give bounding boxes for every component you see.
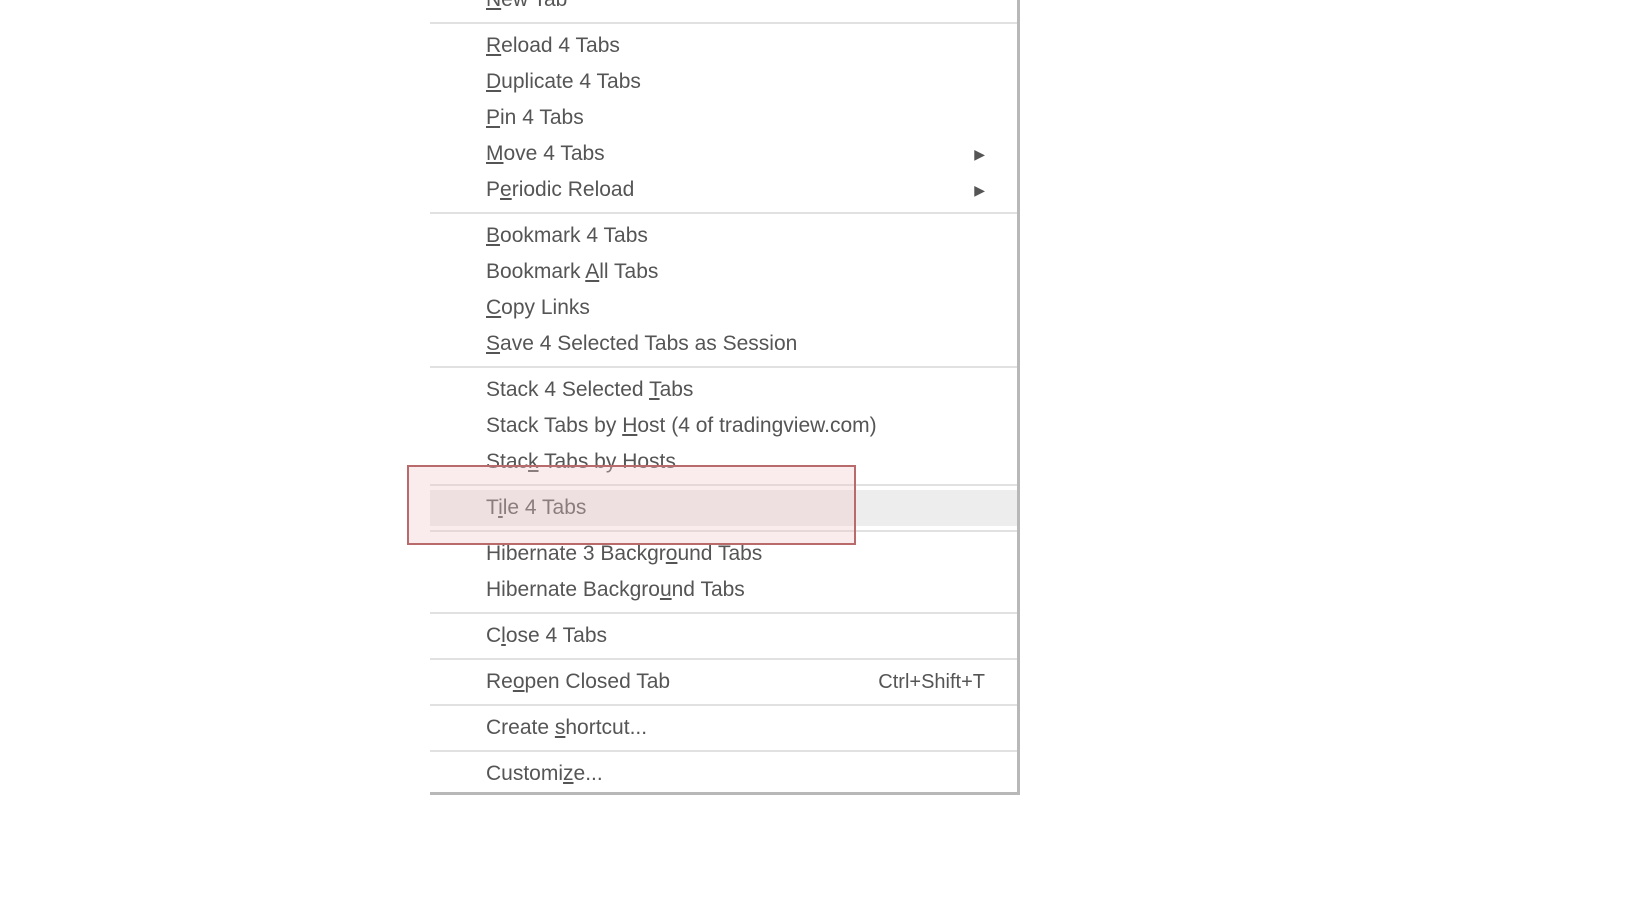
menu-item[interactable]: Save 4 Selected Tabs as Session xyxy=(430,326,1017,362)
menu-item[interactable]: Hibernate Background Tabs xyxy=(430,572,1017,608)
menu-separator xyxy=(430,658,1017,660)
menu-item-label: Save 4 Selected Tabs as Session xyxy=(486,326,797,362)
menu-item-label: Hibernate 3 Background Tabs xyxy=(486,536,762,572)
submenu-arrow-icon: ▶ xyxy=(974,172,985,208)
menu-item-label: Stack Tabs by Hosts xyxy=(486,444,676,480)
menu-item[interactable]: Close 4 Tabs xyxy=(430,618,1017,654)
menu-item-label: Duplicate 4 Tabs xyxy=(486,64,641,100)
menu-separator xyxy=(430,484,1017,486)
menu-item[interactable]: Stack Tabs by Hosts xyxy=(430,444,1017,480)
menu-item-label: Periodic Reload xyxy=(486,172,634,208)
menu-item[interactable]: Move 4 Tabs ▶ xyxy=(430,136,1017,172)
menu-item[interactable]: Create shortcut... xyxy=(430,710,1017,746)
menu-item-label: Reload 4 Tabs xyxy=(486,28,620,64)
menu-item-label: Stack 4 Selected Tabs xyxy=(486,372,693,408)
menu-item-label: Stack Tabs by Host (4 of tradingview.com… xyxy=(486,408,877,444)
menu-item-label: Copy Links xyxy=(486,290,590,326)
menu-item[interactable]: Stack 4 Selected Tabs xyxy=(430,372,1017,408)
menu-item-label: Reopen Closed Tab xyxy=(486,664,670,700)
menu-separator xyxy=(430,612,1017,614)
menu-item-label: Tile 4 Tabs xyxy=(486,490,586,526)
menu-item[interactable]: Hibernate 3 Background Tabs xyxy=(430,536,1017,572)
menu-item[interactable]: Tile 4 Tabs xyxy=(430,490,1017,526)
menu-item-label: Bookmark All Tabs xyxy=(486,254,658,290)
menu-separator xyxy=(430,704,1017,706)
menu-item-label: Hibernate Background Tabs xyxy=(486,572,745,608)
menu-separator xyxy=(430,530,1017,532)
menu-item-label: Bookmark 4 Tabs xyxy=(486,218,648,254)
menu-item[interactable]: Pin 4 Tabs xyxy=(430,100,1017,136)
menu-separator xyxy=(430,22,1017,24)
menu-item-label: Pin 4 Tabs xyxy=(486,100,584,136)
submenu-arrow-icon: ▶ xyxy=(974,136,985,172)
menu-separator xyxy=(430,212,1017,214)
menu-item-shortcut: Ctrl+Shift+T xyxy=(878,664,985,700)
menu-item[interactable]: Bookmark 4 Tabs xyxy=(430,218,1017,254)
menu-item-label: Move 4 Tabs xyxy=(486,136,605,172)
menu-item[interactable]: Copy Links xyxy=(430,290,1017,326)
menu-item-label: Customize... xyxy=(486,756,603,792)
menu-item[interactable]: Bookmark All Tabs xyxy=(430,254,1017,290)
menu-item[interactable]: Reload 4 Tabs xyxy=(430,28,1017,64)
menu-item[interactable]: Duplicate 4 Tabs xyxy=(430,64,1017,100)
menu-item[interactable]: Stack Tabs by Host (4 of tradingview.com… xyxy=(430,408,1017,444)
menu-item-label: New Tab xyxy=(486,0,567,18)
menu-item[interactable]: Reopen Closed Tab Ctrl+Shift+T xyxy=(430,664,1017,700)
menu-separator xyxy=(430,750,1017,752)
menu-item-label: Close 4 Tabs xyxy=(486,618,607,654)
menu-item[interactable]: New Tab xyxy=(430,0,1017,18)
tab-context-menu: New Tab Reload 4 TabsDuplicate 4 TabsPin … xyxy=(430,0,1020,795)
menu-item-label: Create shortcut... xyxy=(486,710,647,746)
menu-item[interactable]: Customize... xyxy=(430,756,1017,792)
menu-item[interactable]: Periodic Reload ▶ xyxy=(430,172,1017,208)
menu-separator xyxy=(430,366,1017,368)
